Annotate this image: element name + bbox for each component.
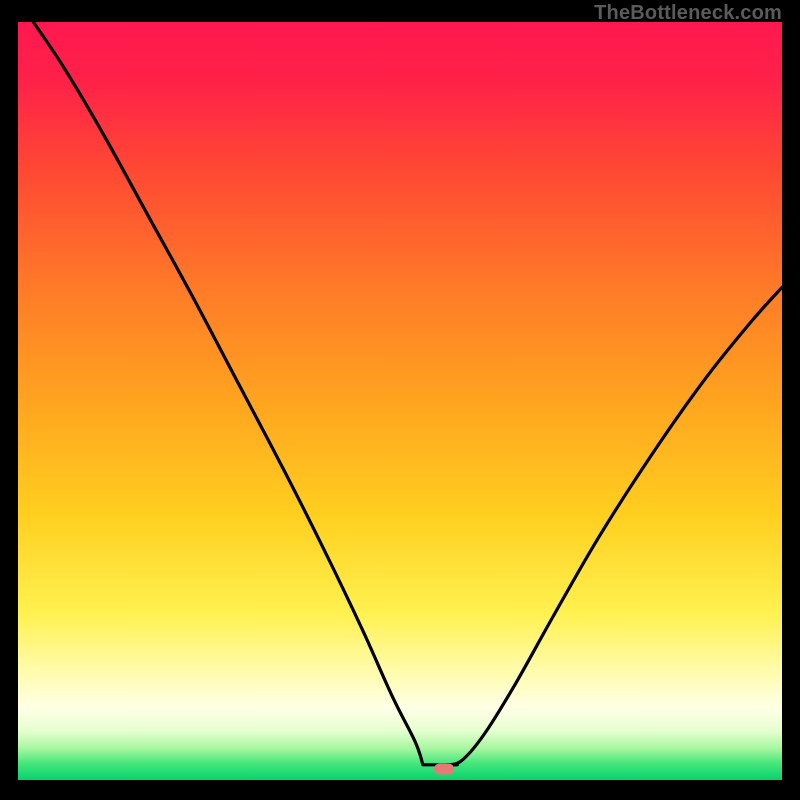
chart-stage: TheBottleneck.com [0,0,800,800]
bottleneck-curve [18,22,782,780]
optimal-marker [434,763,454,774]
plot-area [18,22,782,780]
